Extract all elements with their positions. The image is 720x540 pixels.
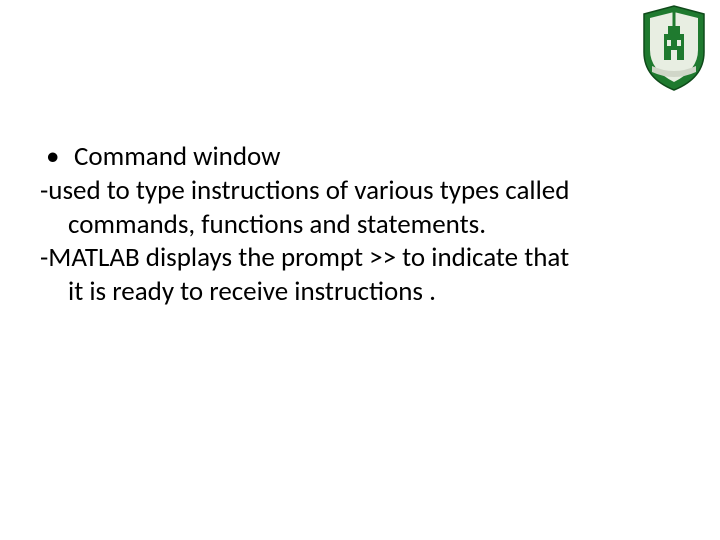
bullet-text: Command window [74,140,660,174]
dash-text-line1: MATLAB displays the prompt >> to indicat… [48,241,660,275]
dash-text-line1: used to type instructions of various typ… [48,174,660,208]
bullet-mark: • [40,140,74,174]
dash-item-1: -used to type instructions of various ty… [40,174,660,242]
bullet-item: • Command window [40,140,660,174]
dash-item-2: -MATLAB displays the prompt >> to indica… [40,241,660,309]
dash-text-line2: it is ready to receive instructions . [40,275,660,309]
dash-text-line2: commands, functions and statements. [40,208,660,242]
dash-mark: - [40,241,48,275]
dash-mark: - [40,174,48,208]
university-crest-logo [638,4,710,92]
slide-body: • Command window -used to type instructi… [40,140,660,309]
